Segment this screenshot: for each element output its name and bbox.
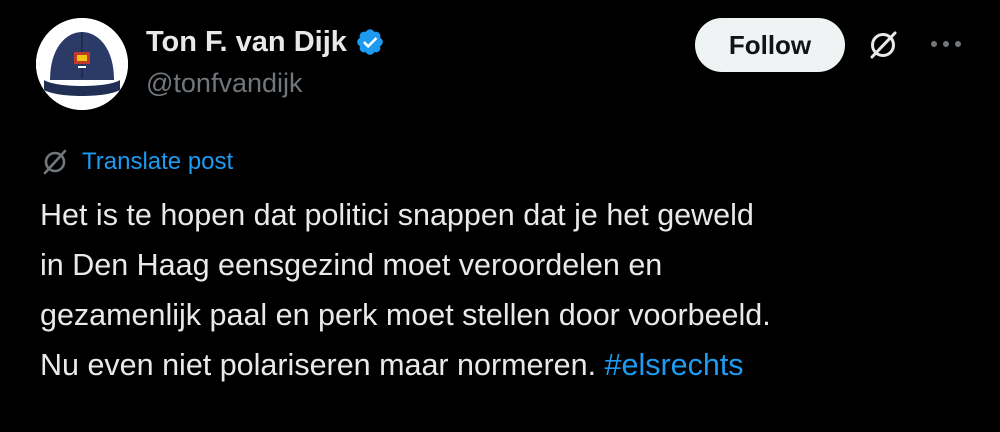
- grok-slash-circle-icon[interactable]: [866, 28, 900, 62]
- post-text-line: gezamenlijk paal en perk moet stellen do…: [40, 298, 771, 332]
- post-text: Het is te hopen dat politici snappen dat…: [40, 190, 980, 390]
- post-card: Ton F. van Dijk @tonfvandijk Follow Tran…: [0, 0, 1000, 432]
- hashtag-link[interactable]: #elsrechts: [605, 348, 744, 382]
- author-handle[interactable]: @tonfvandijk: [146, 68, 303, 99]
- more-dots-icon[interactable]: [928, 34, 964, 54]
- post-text-line: Nu even niet polariseren maar normeren. …: [40, 340, 980, 390]
- post-text-line: in Den Haag eensgezind moet veroordelen …: [40, 248, 663, 282]
- verified-badge-icon[interactable]: [355, 27, 385, 57]
- author-display-name[interactable]: Ton F. van Dijk: [146, 26, 347, 59]
- post-text-line: Het is te hopen dat politici snappen dat…: [40, 198, 754, 232]
- avatar[interactable]: [36, 18, 128, 110]
- follow-button[interactable]: Follow: [695, 18, 845, 72]
- translate-row[interactable]: Translate post: [40, 146, 233, 178]
- grok-slash-circle-icon: [43, 149, 67, 175]
- translate-post-link[interactable]: Translate post: [82, 148, 233, 176]
- author-name-row: Ton F. van Dijk: [146, 22, 385, 62]
- cap-avatar-image: [36, 18, 128, 110]
- post-text-segment: Nu even niet polariseren maar normeren.: [40, 348, 597, 382]
